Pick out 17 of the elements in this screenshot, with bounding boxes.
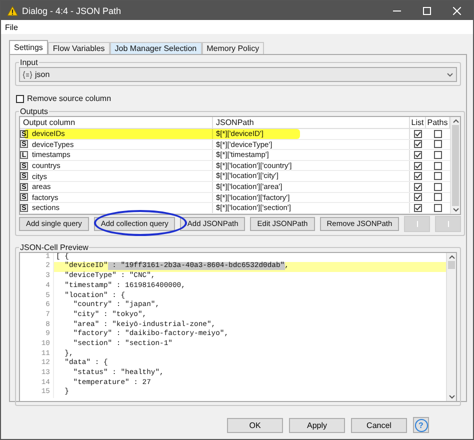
group-label: JSON-Cell Preview [19, 242, 90, 252]
tab[interactable]: Job Manager Selection [110, 42, 202, 54]
dialog-button[interactable]: OK [227, 418, 283, 432]
group-label: Input [19, 58, 39, 67]
tab[interactable]: Settings [9, 40, 48, 54]
column-header: JSONPath [213, 117, 410, 128]
dialog-button[interactable]: Apply [289, 418, 345, 432]
checkbox-label: Remove source column [27, 94, 112, 103]
column-header: List [410, 117, 426, 128]
column-header: Output column [20, 117, 213, 128]
window-title: Dialog - 4:4 - JSON Path [22, 6, 122, 16]
group-label: Outputs [19, 107, 50, 116]
column-dropdown[interactable]: json [19, 67, 457, 82]
tab[interactable]: Memory Policy [202, 42, 264, 54]
menu-item[interactable]: File [5, 22, 18, 32]
dialog-button[interactable]: Cancel [351, 418, 407, 432]
tab[interactable]: Flow Variables [48, 42, 110, 54]
